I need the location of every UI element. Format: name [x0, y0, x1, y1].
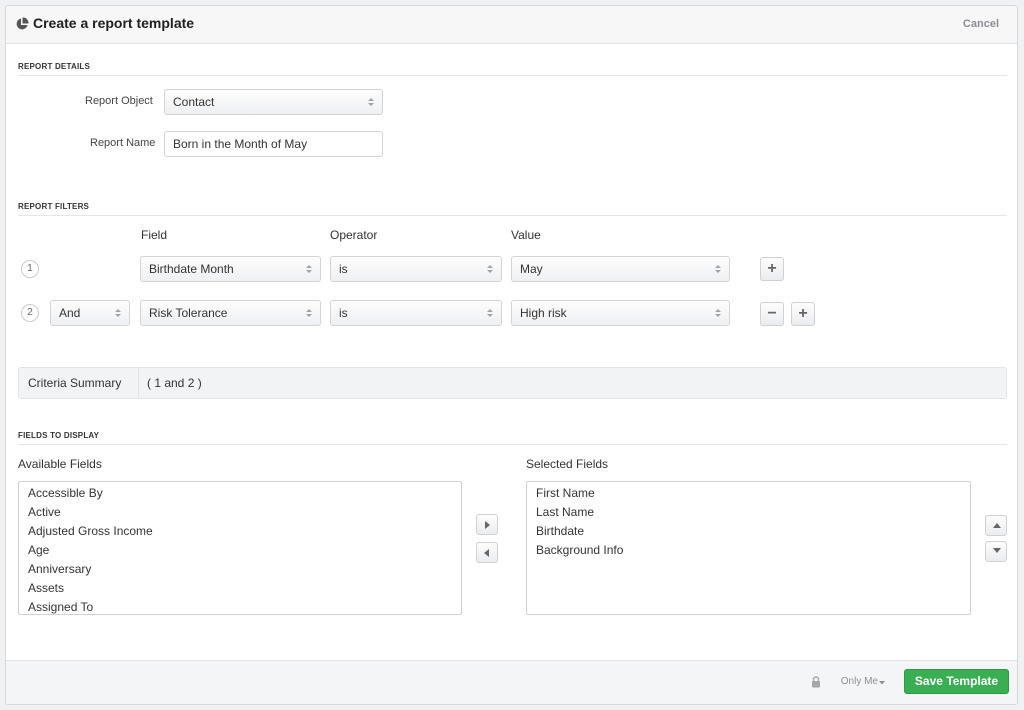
criteria-summary-value: ( 1 and 2 )	[147, 376, 202, 390]
list-item[interactable]: First Name	[536, 484, 970, 503]
select-caret-icon	[715, 309, 721, 317]
available-fields-label: Available Fields	[18, 457, 102, 471]
report-details-heading: REPORT DETAILS	[18, 62, 90, 71]
select-caret-icon	[306, 265, 312, 273]
report-name-input[interactable]: Born in the Month of May	[164, 131, 383, 157]
move-up-button[interactable]	[985, 515, 1007, 536]
caret-up-icon	[993, 523, 1001, 528]
filter-1-field-select[interactable]: Birthdate Month	[140, 256, 321, 282]
list-item[interactable]: Last Name	[536, 503, 970, 522]
pie-chart-icon	[16, 17, 29, 30]
lock-icon	[812, 676, 820, 688]
selected-fields-list[interactable]: First Name Last Name Birthdate Backgroun…	[526, 481, 971, 615]
caret-down-icon	[993, 548, 1001, 553]
chevron-down-icon[interactable]	[879, 681, 885, 685]
list-item[interactable]: Assets	[28, 579, 461, 598]
list-item[interactable]: Accessible By	[28, 484, 461, 503]
move-down-button[interactable]	[985, 541, 1007, 562]
list-item[interactable]: Background Info	[536, 541, 970, 560]
criteria-summary-label: Criteria Summary	[28, 376, 122, 390]
divider	[138, 368, 139, 398]
filter-1-value-select[interactable]: May	[511, 256, 730, 282]
select-caret-icon	[715, 265, 721, 273]
visibility-dropdown[interactable]: Only Me	[841, 676, 878, 687]
filter-1-field-value: Birthdate Month	[149, 262, 234, 276]
divider	[18, 75, 1007, 76]
list-item[interactable]: Adjusted Gross Income	[28, 522, 461, 541]
report-object-label: Report Object	[85, 95, 153, 107]
filter-2-value-value: High risk	[520, 306, 567, 320]
filter-1-value-value: May	[520, 262, 543, 276]
chevron-left-icon	[484, 549, 489, 557]
select-caret-icon	[306, 309, 312, 317]
operator-column-header: Operator	[330, 228, 378, 242]
divider	[18, 215, 1007, 216]
report-name-label: Report Name	[90, 137, 156, 149]
list-item[interactable]: Birthdate	[536, 522, 970, 541]
modal-header: Create a report template Cancel	[6, 6, 1017, 44]
add-filter-button[interactable]: +	[760, 257, 784, 281]
value-column-header: Value	[511, 228, 541, 242]
list-item[interactable]: Anniversary	[28, 560, 461, 579]
filter-1-operator-select[interactable]: is	[330, 256, 502, 282]
report-object-value: Contact	[173, 95, 215, 109]
list-item[interactable]: Age	[28, 541, 461, 560]
filter-1-operator-value: is	[339, 262, 348, 276]
divider	[18, 444, 1007, 445]
list-item[interactable]: Assigned To	[28, 598, 461, 614]
modal-footer: Only Me Save Template	[6, 660, 1017, 704]
cancel-button[interactable]: Cancel	[963, 18, 999, 30]
select-caret-icon	[487, 265, 493, 273]
report-name-value: Born in the Month of May	[173, 137, 308, 151]
filter-row-number: 2	[21, 304, 39, 322]
select-caret-icon	[487, 309, 493, 317]
move-left-button[interactable]	[476, 542, 498, 563]
report-object-select[interactable]: Contact	[164, 89, 383, 115]
list-item[interactable]: Active	[28, 503, 461, 522]
select-caret-icon	[368, 98, 374, 106]
filter-2-operator-value: is	[339, 306, 348, 320]
fields-to-display-heading: FIELDS TO DISPLAY	[18, 431, 100, 440]
add-filter-button[interactable]: +	[791, 302, 815, 326]
filter-2-field-value: Risk Tolerance	[149, 306, 228, 320]
create-report-template-modal: Create a report template Cancel REPORT D…	[5, 5, 1018, 705]
filter-2-conjunction-value: And	[59, 306, 81, 320]
filter-2-field-select[interactable]: Risk Tolerance	[140, 300, 321, 326]
available-fields-list[interactable]: Accessible By Active Adjusted Gross Inco…	[18, 481, 462, 615]
move-right-button[interactable]	[476, 514, 498, 535]
chevron-right-icon	[485, 521, 490, 529]
filter-row-number: 1	[21, 260, 39, 278]
report-filters-heading: REPORT FILTERS	[18, 202, 90, 211]
field-column-header: Field	[141, 228, 168, 242]
remove-filter-button[interactable]: −	[760, 302, 784, 326]
filter-2-operator-select[interactable]: is	[330, 300, 502, 326]
filter-2-conjunction-select[interactable]: And	[50, 300, 130, 326]
select-caret-icon	[115, 309, 121, 317]
filter-2-value-select[interactable]: High risk	[511, 300, 730, 326]
modal-title: Create a report template	[33, 15, 195, 31]
criteria-summary: Criteria Summary ( 1 and 2 )	[18, 367, 1007, 399]
save-template-button[interactable]: Save Template	[904, 669, 1009, 694]
selected-fields-label: Selected Fields	[526, 457, 609, 471]
